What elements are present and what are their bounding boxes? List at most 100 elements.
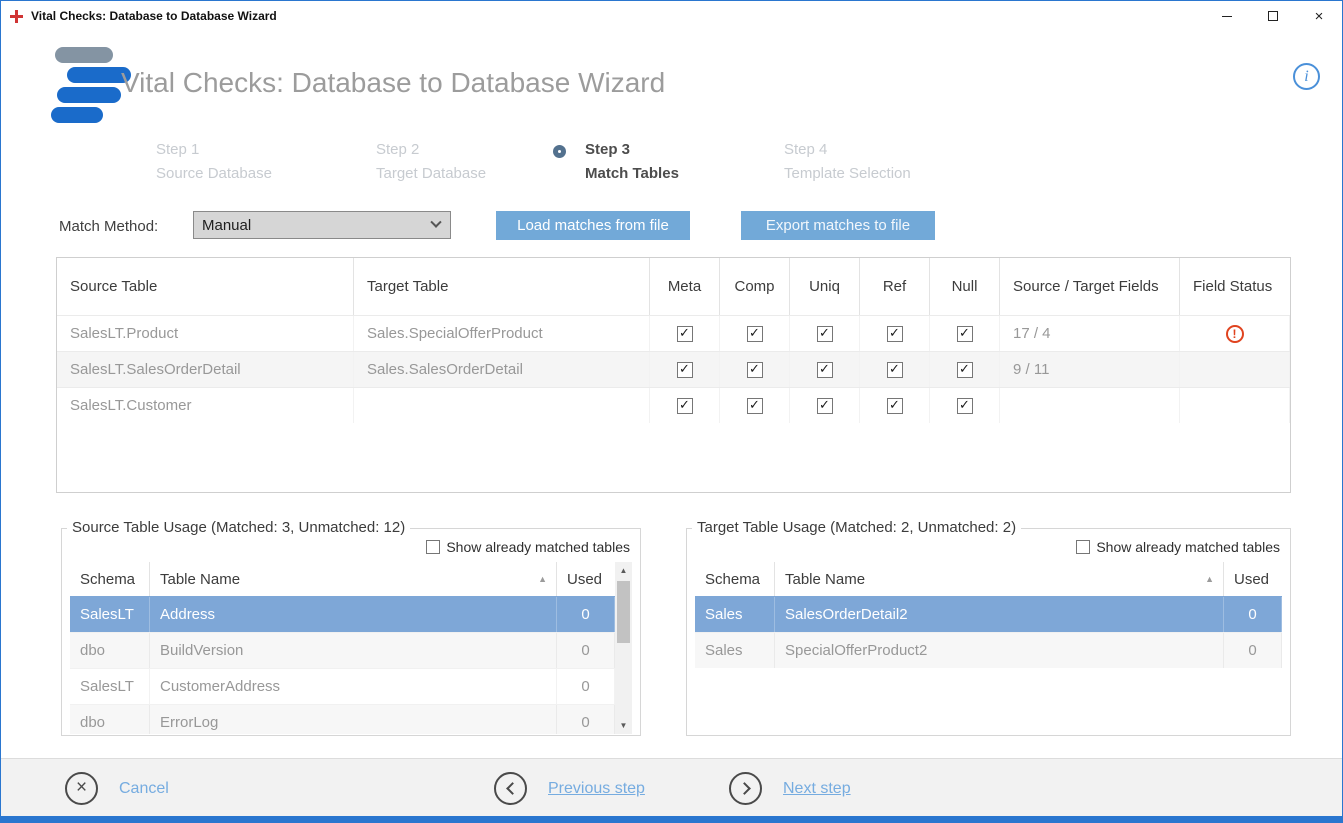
used-cell: 0 xyxy=(1224,597,1282,632)
header-comp[interactable]: Comp xyxy=(720,258,790,315)
table-name-cell: SpecialOfferProduct2 xyxy=(775,633,1224,668)
load-matches-button[interactable]: Load matches from file xyxy=(496,211,690,240)
schema-cell: Sales xyxy=(695,633,775,668)
header-source-target-fields: Source / Target Fields xyxy=(1013,277,1159,296)
source-row-address[interactable]: SalesLT Address 0 xyxy=(70,596,615,632)
ref-checkbox[interactable] xyxy=(887,326,903,342)
header-schema[interactable]: Schema xyxy=(70,562,150,596)
meta-checkbox[interactable] xyxy=(677,326,693,342)
schema-cell: dbo xyxy=(70,705,150,734)
scrollbar-thumb[interactable] xyxy=(617,581,630,643)
source-row-errorlog[interactable]: dbo ErrorLog 0 xyxy=(70,704,615,734)
scroll-up-icon[interactable]: ▲ xyxy=(615,562,632,579)
uniq-checkbox[interactable] xyxy=(817,362,833,378)
header-source-table[interactable]: Source Table xyxy=(57,258,354,315)
minimize-button[interactable] xyxy=(1204,1,1250,31)
schema-cell: SalesLT xyxy=(70,669,150,704)
uniq-checkbox[interactable] xyxy=(817,326,833,342)
source-usage-table: Schema Table Name ▲ Used SalesLT Address… xyxy=(70,562,632,734)
chevron-right-icon xyxy=(729,772,762,805)
target-table-cell xyxy=(354,388,650,423)
header-table-name[interactable]: Table Name ▲ xyxy=(150,562,557,596)
meta-checkbox[interactable] xyxy=(677,398,693,414)
next-step-label: Next step xyxy=(783,780,851,798)
match-row-customer[interactable]: SalesLT.Customer xyxy=(57,387,1290,423)
source-show-matched-checkbox[interactable]: Show already matched tables xyxy=(426,539,630,555)
used-cell: 0 xyxy=(1224,633,1282,668)
schema-cell: SalesLT xyxy=(70,597,150,632)
match-row-salesorderdetail[interactable]: SalesLT.SalesOrderDetail Sales.SalesOrde… xyxy=(57,351,1290,387)
source-row-customeraddress[interactable]: SalesLT CustomerAddress 0 xyxy=(70,668,615,704)
close-icon: × xyxy=(1315,9,1324,24)
close-button[interactable]: × xyxy=(1296,1,1342,31)
target-table-usage-panel: Target Table Usage (Matched: 2, Unmatche… xyxy=(686,528,1291,736)
scroll-down-icon[interactable]: ▼ xyxy=(615,717,632,734)
uniq-checkbox[interactable] xyxy=(817,398,833,414)
export-matches-button[interactable]: Export matches to file xyxy=(741,211,935,240)
used-cell: 0 xyxy=(557,597,615,632)
header-target-table[interactable]: Target Table xyxy=(354,258,650,315)
previous-step-button[interactable]: Previous step xyxy=(494,772,645,805)
info-icon[interactable]: i xyxy=(1293,63,1320,90)
target-row-salesorderdetail2[interactable]: Sales SalesOrderDetail2 0 xyxy=(695,596,1282,632)
null-checkbox[interactable] xyxy=(957,398,973,414)
cancel-label: Cancel xyxy=(119,780,169,798)
comp-checkbox[interactable] xyxy=(747,326,763,342)
header-ref[interactable]: Ref xyxy=(860,258,930,315)
match-row-product[interactable]: SalesLT.Product Sales.SpecialOfferProduc… xyxy=(57,315,1290,351)
target-row-specialofferproduct2[interactable]: Sales SpecialOfferProduct2 0 xyxy=(695,632,1282,668)
null-checkbox[interactable] xyxy=(957,326,973,342)
target-usage-table: Schema Table Name ▲ Used Sales SalesOrde… xyxy=(695,562,1282,734)
next-step-button[interactable]: Next step xyxy=(729,772,851,805)
checkbox-icon xyxy=(1076,540,1090,554)
sort-ascending-icon: ▲ xyxy=(538,574,556,584)
header-used[interactable]: Used xyxy=(1224,562,1282,596)
chevron-left-icon xyxy=(494,772,527,805)
ref-checkbox[interactable] xyxy=(887,398,903,414)
scrollbar-track[interactable] xyxy=(615,579,632,717)
target-table-cell: Sales.SpecialOfferProduct xyxy=(354,316,650,351)
target-usage-header: Schema Table Name ▲ Used xyxy=(695,562,1282,596)
window-bottom-accent xyxy=(1,816,1342,822)
window-title: Vital Checks: Database to Database Wizar… xyxy=(31,9,277,23)
target-usage-title: Target Table Usage (Matched: 2, Unmatche… xyxy=(692,519,1021,536)
header-schema[interactable]: Schema xyxy=(695,562,775,596)
source-row-buildversion[interactable]: dbo BuildVersion 0 xyxy=(70,632,615,668)
step-2-target-database: Step 2 Target Database xyxy=(376,138,486,186)
maximize-button[interactable] xyxy=(1250,1,1296,31)
match-table: Source Table Target Table Meta Comp Uniq… xyxy=(56,257,1291,493)
schema-cell: Sales xyxy=(695,597,775,632)
minimize-icon xyxy=(1222,16,1232,17)
used-cell: 0 xyxy=(557,633,615,668)
match-method-select[interactable]: Manual xyxy=(193,211,451,239)
table-name-cell: ErrorLog xyxy=(150,705,557,734)
used-cell: 0 xyxy=(557,705,615,734)
show-matched-label: Show already matched tables xyxy=(446,539,630,555)
comp-checkbox[interactable] xyxy=(747,362,763,378)
header-table-name[interactable]: Table Name ▲ xyxy=(775,562,1224,596)
source-usage-title: Source Table Usage (Matched: 3, Unmatche… xyxy=(67,519,410,536)
null-checkbox[interactable] xyxy=(957,362,973,378)
chevron-down-icon xyxy=(430,217,441,228)
header-used[interactable]: Used xyxy=(557,562,615,596)
meta-checkbox[interactable] xyxy=(677,362,693,378)
app-icon xyxy=(10,10,23,23)
header-uniq[interactable]: Uniq xyxy=(790,258,860,315)
step-1-source-database: Step 1 Source Database xyxy=(156,138,272,186)
match-table-header: Source Table Target Table Meta Comp Uniq… xyxy=(57,258,1290,315)
ref-checkbox[interactable] xyxy=(887,362,903,378)
source-table-usage-panel: Source Table Usage (Matched: 3, Unmatche… xyxy=(61,528,641,736)
source-table-cell: SalesLT.SalesOrderDetail xyxy=(57,352,354,387)
target-show-matched-checkbox[interactable]: Show already matched tables xyxy=(1076,539,1280,555)
current-step-ring-icon xyxy=(553,145,566,158)
cancel-button[interactable]: × Cancel xyxy=(65,772,169,805)
cancel-circle-icon: × xyxy=(65,772,98,805)
schema-cell: dbo xyxy=(70,633,150,668)
comp-checkbox[interactable] xyxy=(747,398,763,414)
header-meta[interactable]: Meta xyxy=(650,258,720,315)
used-cell: 0 xyxy=(557,669,615,704)
field-status-error-icon[interactable]: ! xyxy=(1226,325,1244,343)
header-null[interactable]: Null xyxy=(930,258,1000,315)
vertical-scrollbar[interactable]: ▲ ▼ xyxy=(615,562,632,734)
maximize-icon xyxy=(1268,11,1278,21)
